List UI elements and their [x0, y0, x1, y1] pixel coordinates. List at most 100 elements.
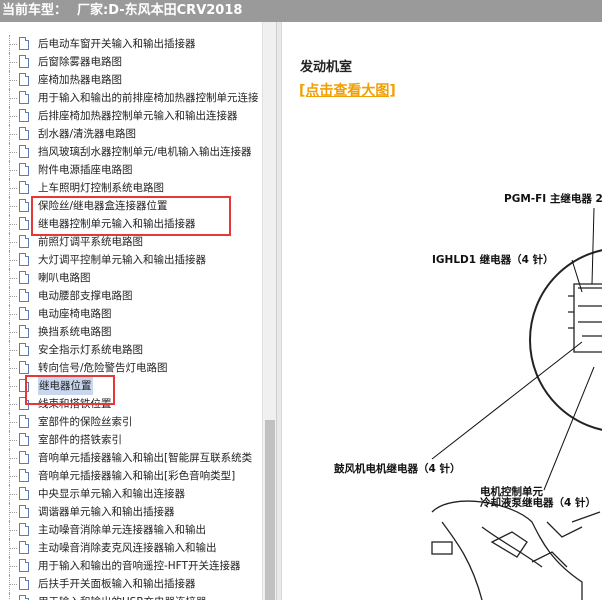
tree-connector: [10, 440, 17, 441]
tree-connector: [10, 530, 17, 531]
document-icon: [19, 415, 29, 428]
tree-connector: [10, 116, 17, 117]
document-icon: [19, 163, 29, 176]
tree-item-label: 用于输入和输出的前排座椅加热器控制单元连接: [38, 92, 259, 104]
document-icon: [19, 433, 29, 446]
document-icon: [19, 541, 29, 554]
tree-item[interactable]: 座椅加热器电路图: [0, 71, 262, 89]
tree-connector: [10, 476, 17, 477]
document-icon: [19, 325, 29, 338]
document-icon: [19, 451, 29, 464]
document-icon: [19, 109, 29, 122]
document-icon: [19, 487, 29, 500]
tree-item[interactable]: 音响单元插接器输入和输出[智能屏互联系统类: [0, 449, 262, 467]
tree-item-label: 后排座椅加热器控制单元输入和输出连接器: [38, 110, 238, 122]
tree-item[interactable]: 后排座椅加热器控制单元输入和输出连接器: [0, 107, 262, 125]
document-icon: [19, 577, 29, 590]
tree-scrollbar[interactable]: [262, 22, 276, 600]
tree-item-label: 调谐器单元输入和输出插接器: [38, 506, 175, 518]
scrollbar-thumb[interactable]: [265, 420, 275, 600]
tree-item[interactable]: 喇叭电路图: [0, 269, 262, 287]
tree-item[interactable]: 室部件的搭铁索引: [0, 431, 262, 449]
document-icon: [19, 523, 29, 536]
tree-connector: [10, 296, 17, 297]
tree-connector: [10, 278, 17, 279]
tree-connector: [10, 422, 17, 423]
tree-connector: [10, 62, 17, 63]
tree-item[interactable]: 室部件的保险丝索引: [0, 413, 262, 431]
tree-item[interactable]: 附件电源插座电路图: [0, 161, 262, 179]
current-model-label: 当前车型：: [2, 3, 68, 18]
tree-item[interactable]: 后窗除雾器电路图: [0, 53, 262, 71]
tree-connector: [10, 44, 17, 45]
tree-connector: [10, 584, 17, 585]
title-bar: 当前车型： 厂家:D-东风本田CRV2018: [0, 0, 602, 22]
document-icon: [19, 307, 29, 320]
tree-connector: [10, 368, 17, 369]
document-icon: [19, 199, 29, 212]
tree-connector: [10, 170, 17, 171]
tree-item-label: 安全指示灯系统电路图: [38, 344, 143, 356]
tree-item[interactable]: 后电动车窗开关输入和输出插接器: [0, 35, 262, 53]
tree-connector: [10, 152, 17, 153]
tree-item[interactable]: 中央显示单元输入和输出连接器: [0, 485, 262, 503]
document-icon: [19, 181, 29, 194]
highlight-box-relay-location: [25, 375, 115, 405]
tree-connector: [10, 98, 17, 99]
tree-item-label: 用于输入和输出的USB充电器连接器: [38, 593, 207, 600]
tree-connector: [10, 332, 17, 333]
document-tree: 后电动车窗开关输入和输出插接器后窗除雾器电路图座椅加热器电路图用于输入和输出的前…: [0, 35, 262, 600]
tree-connector: [10, 494, 17, 495]
tree-item[interactable]: 电动座椅电路图: [0, 305, 262, 323]
tree-item[interactable]: 用于输入和输出的音响遥控-HFT开关连接器: [0, 557, 262, 575]
tree-item-label: 座椅加热器电路图: [38, 74, 122, 86]
document-icon: [19, 559, 29, 572]
document-icon: [19, 217, 29, 230]
tree-item-label: 音响单元插接器输入和输出[彩色音响类型]: [38, 470, 236, 482]
tree-connector: [10, 386, 17, 387]
tree-item[interactable]: 用于输入和输出的前排座椅加热器控制单元连接: [0, 89, 262, 107]
tree-connector: [10, 80, 17, 81]
blower-relay-label: 鼓风机电机继电器（4 针）: [334, 462, 460, 475]
ighld1-relay-label: IGHLD1 继电器（4 针）: [432, 253, 554, 266]
tree-item-label: 音响单元插接器输入和输出[智能屏互联系统类: [38, 452, 253, 464]
tree-item-label: 后电动车窗开关输入和输出插接器: [38, 38, 196, 50]
tree-item-label: 附件电源插座电路图: [38, 164, 133, 176]
tree-item[interactable]: 上车照明灯控制系统电路图: [0, 179, 262, 197]
document-icon: [19, 595, 29, 600]
tree-item-label: 大灯调平控制单元输入和输出插接器: [38, 254, 206, 266]
tree-item[interactable]: 刮水器/清洗器电路图: [0, 125, 262, 143]
tree-item[interactable]: 大灯调平控制单元输入和输出插接器: [0, 251, 262, 269]
tree-connector: [10, 566, 17, 567]
tree-item[interactable]: 换挡系统电路图: [0, 323, 262, 341]
relay-location-diagram: PGM-FI 主继电器 2 IGHLD1 继电器（4 针） 鼓风机电机继电器（4…: [334, 192, 602, 600]
tree-connector: [10, 458, 17, 459]
document-icon: [19, 289, 29, 302]
tree-item[interactable]: 音响单元插接器输入和输出[彩色音响类型]: [0, 467, 262, 485]
tree-connector: [10, 548, 17, 549]
tree-item[interactable]: 用于输入和输出的USB充电器连接器: [0, 593, 262, 600]
document-icon: [19, 469, 29, 482]
document-icon: [19, 361, 29, 374]
tree-item-label: 中央显示单元输入和输出连接器: [38, 488, 185, 500]
tree-connector: [10, 134, 17, 135]
tree-connector: [10, 404, 17, 405]
tree-item-label: 用于输入和输出的音响遥控-HFT开关连接器: [38, 560, 241, 572]
tree-item[interactable]: 主动噪音消除单元连接器输入和输出: [0, 521, 262, 539]
tree-item[interactable]: 安全指示灯系统电路图: [0, 341, 262, 359]
tree-item[interactable]: 调谐器单元输入和输出插接器: [0, 503, 262, 521]
coolant-pump-relay-label: 冷却液泵继电器（4 针）: [480, 496, 596, 509]
tree-item-label: 电动腰部支撑电路图: [38, 290, 133, 302]
tree-connector: [10, 242, 17, 243]
tree-item[interactable]: 后扶手开关面板输入和输出插接器: [0, 575, 262, 593]
document-icon: [19, 127, 29, 140]
tree-item[interactable]: 电动腰部支撑电路图: [0, 287, 262, 305]
tree-item[interactable]: 主动噪音消除麦克风连接器输入和输出: [0, 539, 262, 557]
tree-item[interactable]: 挡风玻璃刮水器控制单元/电机输入输出连接器: [0, 143, 262, 161]
tree-item-label: 主动噪音消除麦克风连接器输入和输出: [38, 542, 217, 554]
document-icon: [19, 343, 29, 356]
document-icon: [19, 271, 29, 284]
document-icon: [19, 91, 29, 104]
document-icon: [19, 253, 29, 266]
tree-item-label: 后扶手开关面板输入和输出插接器: [38, 578, 196, 590]
